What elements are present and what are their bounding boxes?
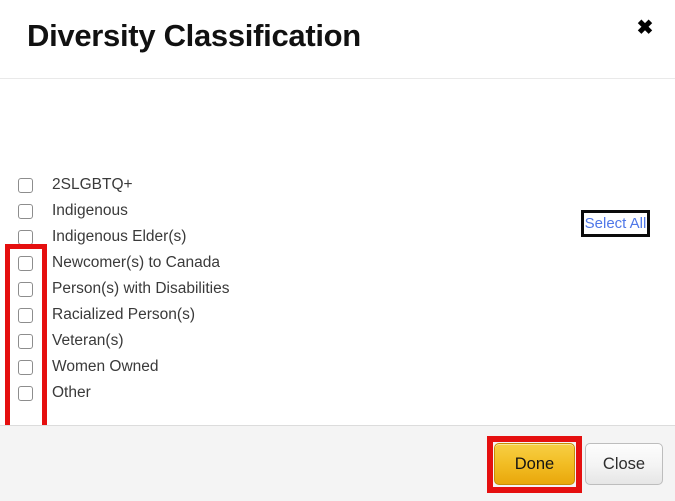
diversity-option-list: 2SLGBTQ+ Indigenous Indigenous Elder(s) New… <box>0 172 400 406</box>
checkbox-7[interactable] <box>18 359 33 375</box>
list-item[interactable]: 2SLGBTQ+ <box>0 172 400 198</box>
done-button[interactable]: Done <box>494 443 575 485</box>
select-all-link[interactable]: Select All <box>585 216 647 231</box>
checkbox-label: Person(s) with Disabilities <box>52 280 230 298</box>
checkbox-0[interactable] <box>18 177 33 193</box>
checkbox-label: Indigenous Elder(s) <box>52 228 187 246</box>
close-icon[interactable]: ✖ <box>629 12 661 44</box>
dialog-header: Diversity Classification ✖ <box>0 0 675 79</box>
list-item[interactable]: Person(s) with Disabilities <box>0 276 400 302</box>
checkbox-label: Other <box>52 384 91 402</box>
checkbox-label: 2SLGBTQ+ <box>52 176 133 194</box>
list-item[interactable]: Other <box>0 380 400 406</box>
list-item[interactable]: Racialized Person(s) <box>0 302 400 328</box>
checkbox-label: Newcomer(s) to Canada <box>52 254 220 272</box>
list-item[interactable]: Newcomer(s) to Canada <box>0 250 400 276</box>
checkbox-8[interactable] <box>18 385 33 401</box>
list-item[interactable]: Women Owned <box>0 354 400 380</box>
diversity-classification-dialog: Diversity Classification ✖ Select All 2S… <box>0 0 675 501</box>
checkbox-label: Women Owned <box>52 358 159 376</box>
checkbox-1[interactable] <box>18 203 33 219</box>
checkbox-label: Racialized Person(s) <box>52 306 195 324</box>
checkbox-label: Veteran(s) <box>52 332 124 350</box>
dialog-title: Diversity Classification <box>27 18 361 53</box>
checkbox-4[interactable] <box>18 281 33 297</box>
dialog-body: Select All 2SLGBTQ+ Indigenous Indigenous … <box>0 80 675 489</box>
list-item[interactable]: Indigenous Elder(s) <box>0 224 400 250</box>
list-item[interactable]: Indigenous <box>0 198 400 224</box>
select-all-annotation-box: Select All <box>581 210 650 237</box>
checkbox-6[interactable] <box>18 333 33 349</box>
checkbox-3[interactable] <box>18 255 33 271</box>
close-button[interactable]: Close <box>585 443 663 485</box>
checkbox-2[interactable] <box>18 229 33 245</box>
list-item[interactable]: Veteran(s) <box>0 328 400 354</box>
checkbox-label: Indigenous <box>52 202 128 220</box>
checkbox-5[interactable] <box>18 307 33 323</box>
